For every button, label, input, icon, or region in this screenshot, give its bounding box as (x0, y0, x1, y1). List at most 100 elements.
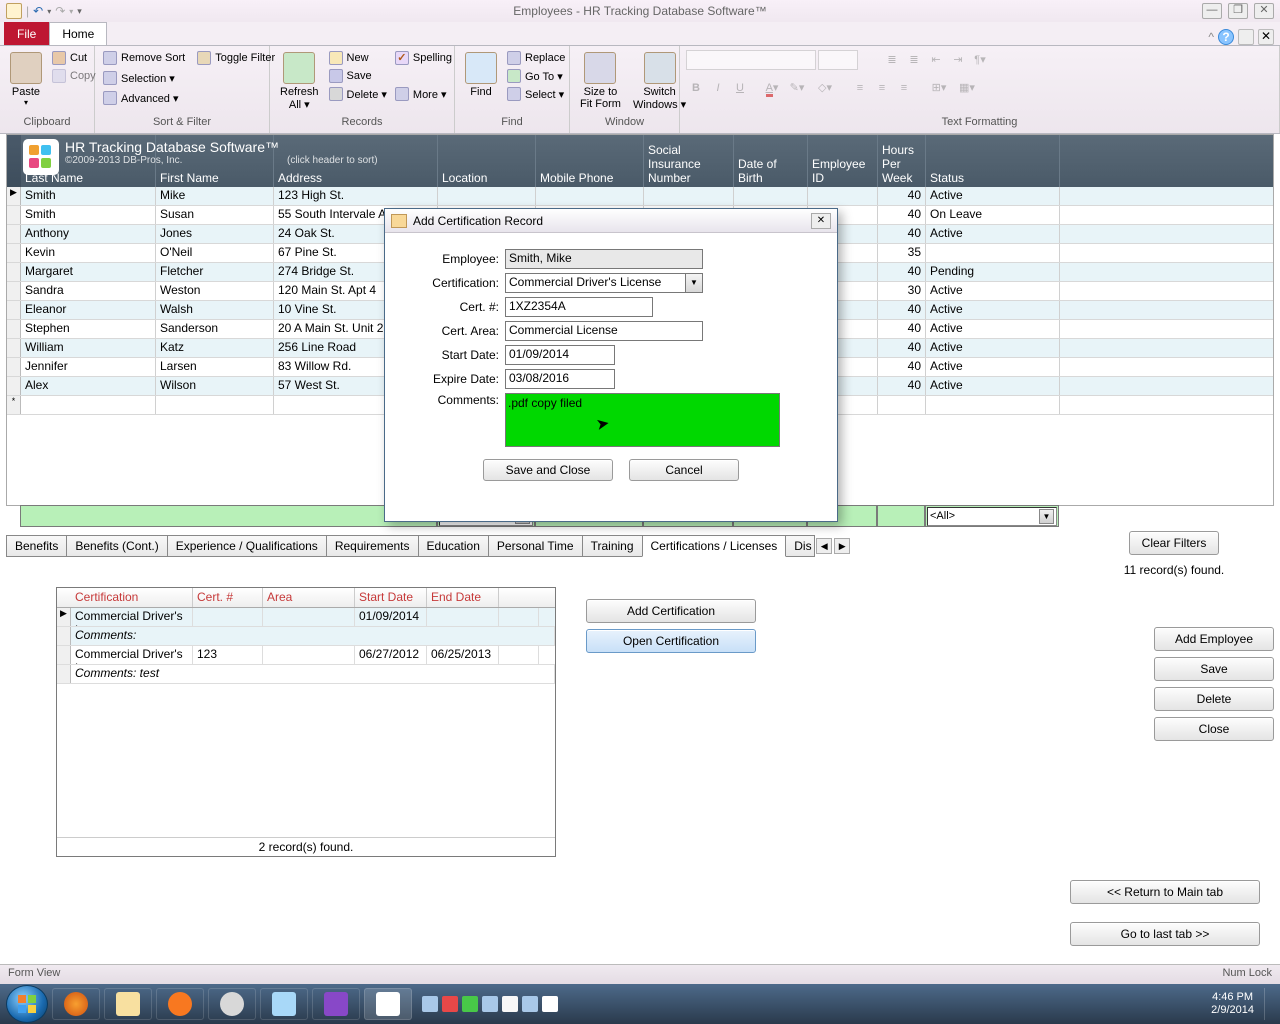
close-button[interactable]: ✕ (1254, 3, 1274, 19)
text-direction-icon[interactable]: ¶▾ (970, 50, 990, 70)
font-color-icon[interactable]: A▾ (762, 78, 782, 98)
open-certification-button[interactable]: Open Certification (586, 629, 756, 653)
find-button[interactable]: Find (461, 50, 501, 100)
return-main-tab-button[interactable]: << Return to Main tab (1070, 880, 1260, 904)
bullets-icon[interactable]: ≣ (882, 50, 902, 70)
cert-row[interactable]: ▶Commercial Driver's L01/09/2014 (57, 608, 555, 627)
align-right-icon[interactable]: ≡ (894, 78, 914, 98)
goto-button[interactable]: Go To ▾ (505, 68, 567, 84)
tab-benefits[interactable]: Benefits (6, 535, 67, 557)
new-button[interactable]: New (327, 50, 389, 66)
tab-dis[interactable]: Dis (785, 535, 815, 557)
filter-status[interactable]: <All>▼ (927, 507, 1057, 526)
tray-icon[interactable] (462, 996, 478, 1012)
tab-benefits-cont[interactable]: Benefits (Cont.) (66, 535, 167, 557)
certification-dropdown-icon[interactable]: ▼ (686, 273, 703, 293)
qat-customize-icon[interactable]: ▾ (77, 6, 82, 17)
taskbar-app1[interactable] (208, 988, 256, 1020)
field-certification[interactable]: Commercial Driver's License (505, 273, 686, 293)
add-certification-button[interactable]: Add Certification (586, 599, 756, 623)
field-expire-date[interactable]: 03/08/2016 (505, 369, 615, 389)
cert-col-certification[interactable]: Certification (71, 588, 193, 607)
cancel-button[interactable]: Cancel (629, 459, 739, 481)
fill-color-icon[interactable]: ◇▾ (812, 78, 838, 98)
cert-col-area[interactable]: Area (263, 588, 355, 607)
tray-network-icon[interactable] (522, 996, 538, 1012)
field-cert-num[interactable]: 1XZ2354A (505, 297, 653, 317)
save-and-close-button[interactable]: Save and Close (483, 459, 613, 481)
align-center-icon[interactable]: ≡ (872, 78, 892, 98)
taskbar-explorer[interactable] (104, 988, 152, 1020)
replace-button[interactable]: Replace (505, 50, 567, 66)
font-size-combo[interactable] (818, 50, 858, 70)
taskbar-media[interactable] (156, 988, 204, 1020)
tab-file[interactable]: File (4, 22, 49, 45)
col-first-name[interactable]: First Name (160, 171, 219, 185)
remove-sort-button[interactable]: Remove Sort (101, 50, 187, 66)
dialog-close-button[interactable]: ✕ (811, 213, 831, 229)
delete-button[interactable]: Delete ▾ (327, 86, 389, 102)
redo-icon[interactable]: ↷ (55, 4, 65, 18)
col-empid[interactable]: Employee ID (812, 157, 873, 185)
tab-experience[interactable]: Experience / Qualifications (167, 535, 327, 557)
copy-button[interactable]: Copy (50, 68, 98, 84)
select-button[interactable]: Select ▾ (505, 86, 567, 102)
col-location[interactable]: Location (442, 171, 487, 185)
taskbar-vs[interactable] (312, 988, 360, 1020)
minimize-button[interactable]: — (1202, 3, 1222, 19)
show-desktop-button[interactable] (1264, 988, 1274, 1020)
tray-icon[interactable] (502, 996, 518, 1012)
tray-icon[interactable] (442, 996, 458, 1012)
taskbar-firefox[interactable] (52, 988, 100, 1020)
col-mobile[interactable]: Mobile Phone (540, 171, 613, 185)
tab-training[interactable]: Training (582, 535, 643, 557)
advanced-button[interactable]: Advanced ▾ (101, 90, 187, 106)
font-name-combo[interactable] (686, 50, 816, 70)
col-sin[interactable]: Social Insurance Number (648, 143, 701, 185)
tab-scroll-right[interactable]: ▶ (834, 538, 850, 554)
tab-requirements[interactable]: Requirements (326, 535, 419, 557)
toggle-filter-button[interactable]: Toggle Filter (195, 50, 277, 66)
cert-row[interactable]: Commercial Driver's L12306/27/201206/25/… (57, 646, 555, 665)
minimize-ribbon-icon[interactable]: ^ (1208, 30, 1214, 44)
close-window-icon[interactable]: ✕ (1258, 29, 1274, 45)
col-status[interactable]: Status (930, 171, 964, 185)
col-dob[interactable]: Date of Birth (738, 157, 803, 185)
numbering-icon[interactable]: ≣ (904, 50, 924, 70)
highlight-icon[interactable]: ✎▾ (784, 78, 810, 98)
gridlines-icon[interactable]: ⊞▾ (926, 78, 952, 98)
bold-icon[interactable]: B (686, 78, 706, 98)
add-employee-button[interactable]: Add Employee (1154, 627, 1274, 651)
tray-icon[interactable] (482, 996, 498, 1012)
indent-dec-icon[interactable]: ⇤ (926, 50, 946, 70)
tab-personal-time[interactable]: Personal Time (488, 535, 583, 557)
cert-col-num[interactable]: Cert. # (193, 588, 263, 607)
start-button[interactable] (6, 985, 48, 1023)
spelling-button[interactable]: ✓Spelling (393, 50, 454, 66)
field-comments[interactable]: .pdf copy filed (505, 393, 780, 447)
help-icon[interactable]: ? (1218, 29, 1234, 45)
cert-col-end[interactable]: End Date (427, 588, 499, 607)
size-to-fit-button[interactable]: Size to Fit Form (576, 50, 625, 112)
tray-icon[interactable] (422, 996, 438, 1012)
align-left-icon[interactable]: ≡ (850, 78, 870, 98)
taskbar-app2[interactable] (260, 988, 308, 1020)
tab-scroll-left[interactable]: ◀ (816, 538, 832, 554)
tray-volume-icon[interactable] (542, 996, 558, 1012)
cert-col-start[interactable]: Start Date (355, 588, 427, 607)
italic-icon[interactable]: I (708, 78, 728, 98)
restore-window-icon[interactable] (1238, 29, 1254, 45)
maximize-button[interactable]: ❐ (1228, 3, 1248, 19)
underline-icon[interactable]: U (730, 78, 750, 98)
alt-row-color-icon[interactable]: ▦▾ (954, 78, 980, 98)
tab-home[interactable]: Home (49, 22, 107, 45)
save-button[interactable]: Save (327, 68, 389, 84)
table-row[interactable]: ▶SmithMike123 High St.40Active (7, 187, 1273, 206)
selection-button[interactable]: Selection ▾ (101, 70, 187, 86)
col-hpw[interactable]: Hours Per Week (882, 143, 914, 185)
tab-education[interactable]: Education (418, 535, 489, 557)
go-last-tab-button[interactable]: Go to last tab >> (1070, 922, 1260, 946)
refresh-all-button[interactable]: Refresh All ▾ (276, 50, 323, 113)
field-cert-area[interactable]: Commercial License (505, 321, 703, 341)
taskbar-clock[interactable]: 4:46 PM2/9/2014 (1211, 991, 1260, 1017)
